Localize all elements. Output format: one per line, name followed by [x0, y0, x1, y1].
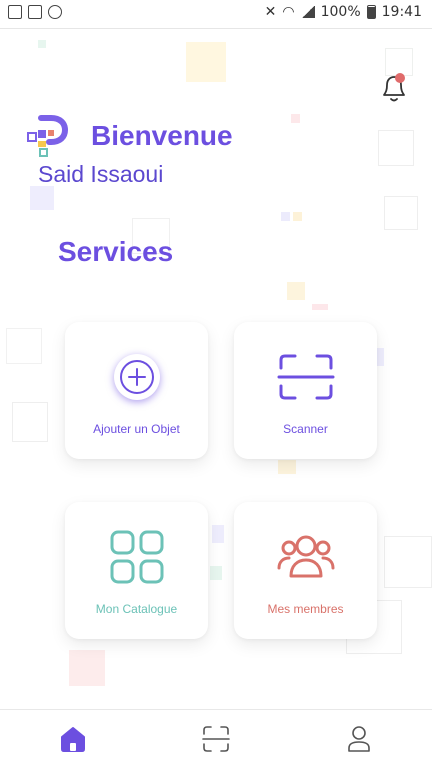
battery-percent: 100% [320, 4, 361, 20]
notification-dot [395, 73, 405, 83]
gallery-icon [8, 5, 22, 19]
catalogue-card[interactable]: Mon Catalogue [65, 502, 208, 639]
catalogue-label: Mon Catalogue [95, 602, 178, 616]
nav-scan[interactable] [201, 724, 231, 754]
nav-profile[interactable] [344, 724, 374, 754]
bell-icon [383, 73, 405, 102]
notification-icons [8, 5, 62, 19]
user-name: Said Issaoui [38, 161, 164, 187]
bottom-navigation [0, 709, 432, 769]
link-icon [28, 5, 42, 19]
battery-icon [366, 5, 376, 19]
add-object-card[interactable]: Ajouter un Objet [65, 322, 208, 459]
app-logo [27, 110, 75, 158]
clock: 19:41 [381, 4, 422, 20]
add-object-label: Ajouter un Objet [93, 422, 180, 436]
wifi-icon: ◠ [282, 4, 295, 20]
welcome-title: Bienvenue [91, 120, 233, 151]
scanner-label: Scanner [283, 422, 328, 436]
status-bar: ✕ ◠ 100% 19:41 [0, 0, 432, 29]
members-card[interactable]: Mes membres [234, 502, 377, 639]
scan-icon [202, 726, 230, 752]
services-heading: Services [58, 236, 174, 267]
notification-bell[interactable] [379, 72, 409, 106]
scanner-card[interactable]: Scanner [234, 322, 377, 459]
system-status: ✕ ◠ 100% 19:41 [265, 4, 422, 20]
grid-icon [108, 528, 166, 586]
person-icon [348, 726, 370, 752]
members-label: Mes membres [267, 602, 344, 616]
sync-icon [48, 5, 62, 19]
scan-icon [277, 348, 335, 406]
signal-icon [300, 6, 315, 18]
members-icon [277, 528, 335, 586]
home-icon [61, 727, 85, 752]
mute-icon: ✕ [264, 4, 277, 20]
nav-home[interactable] [58, 724, 88, 754]
add-circle-icon-wrap [108, 348, 166, 406]
add-circle-icon [113, 354, 160, 400]
